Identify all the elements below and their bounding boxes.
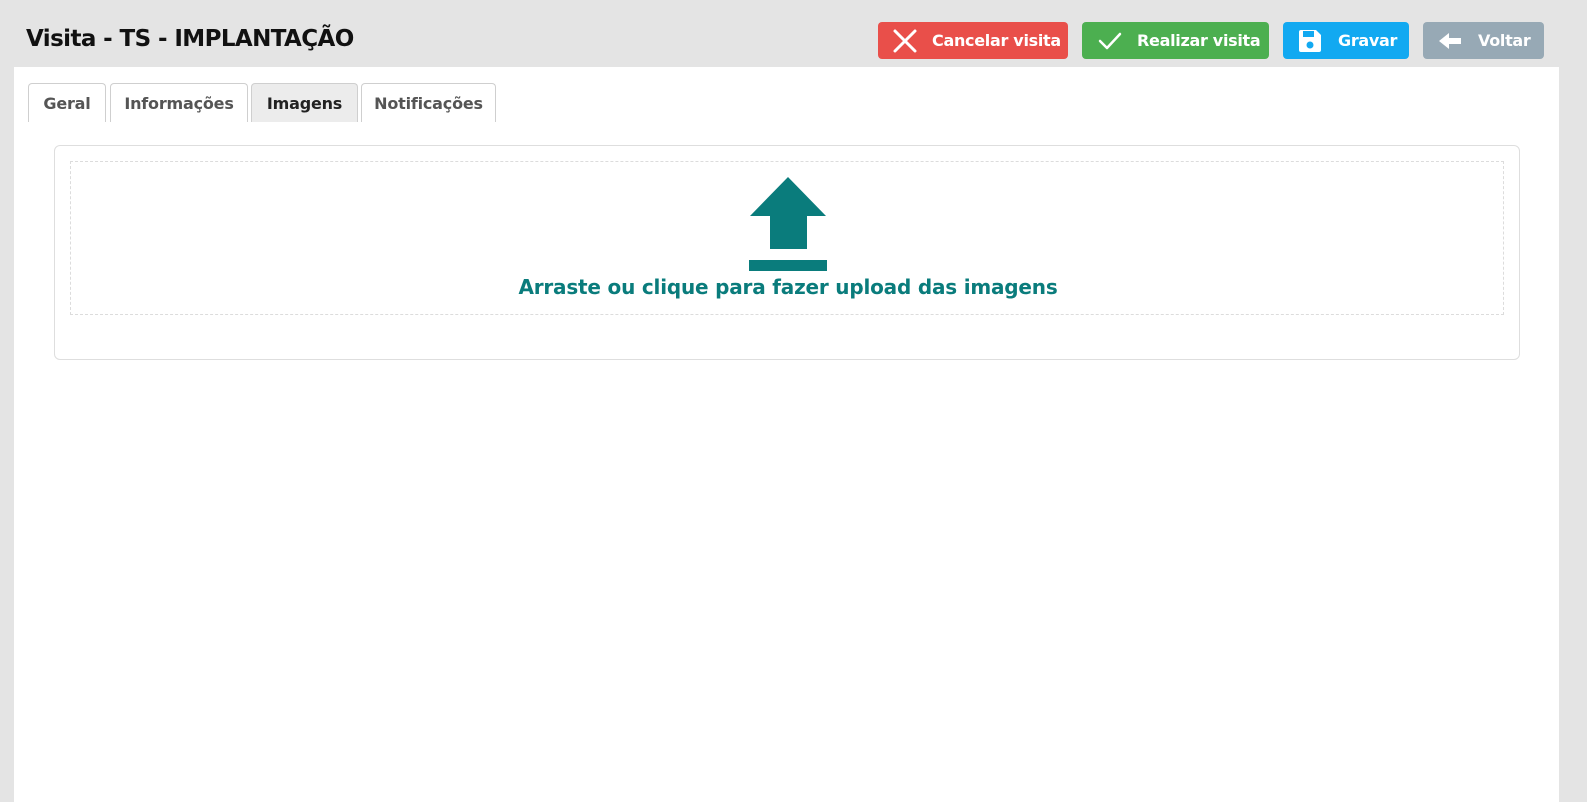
tab-informacoes[interactable]: Informações: [110, 83, 248, 122]
tab-notificacoes[interactable]: Notificações: [361, 83, 496, 122]
back-label: Voltar: [1478, 31, 1531, 50]
tab-geral[interactable]: Geral: [28, 83, 106, 122]
save-icon: [1299, 30, 1321, 52]
save-button[interactable]: Gravar: [1283, 22, 1409, 59]
perform-visit-label: Realizar visita: [1137, 31, 1261, 50]
perform-visit-button[interactable]: Realizar visita: [1082, 22, 1269, 59]
back-button[interactable]: Voltar: [1423, 22, 1544, 59]
page-title: Visita - TS - IMPLANTAÇÃO: [26, 26, 354, 52]
images-panel: Arraste ou clique para fazer upload das …: [54, 145, 1520, 360]
save-label: Gravar: [1338, 31, 1398, 50]
upload-instructions: Arraste ou clique para fazer upload das …: [518, 275, 1058, 299]
tab-imagens[interactable]: Imagens: [251, 83, 358, 122]
arrow-left-icon: [1439, 33, 1461, 49]
upload-dropzone[interactable]: Arraste ou clique para fazer upload das …: [70, 161, 1504, 315]
close-icon: [893, 29, 917, 53]
cancel-visit-label: Cancelar visita: [932, 31, 1061, 50]
check-icon: [1098, 32, 1122, 50]
cancel-visit-button[interactable]: Cancelar visita: [878, 22, 1068, 59]
upload-icon: [749, 177, 827, 271]
page-header: Visita - TS - IMPLANTAÇÃO Cancelar visit…: [0, 0, 1587, 67]
main-content: Geral Informações Imagens Notificações A…: [14, 67, 1559, 802]
